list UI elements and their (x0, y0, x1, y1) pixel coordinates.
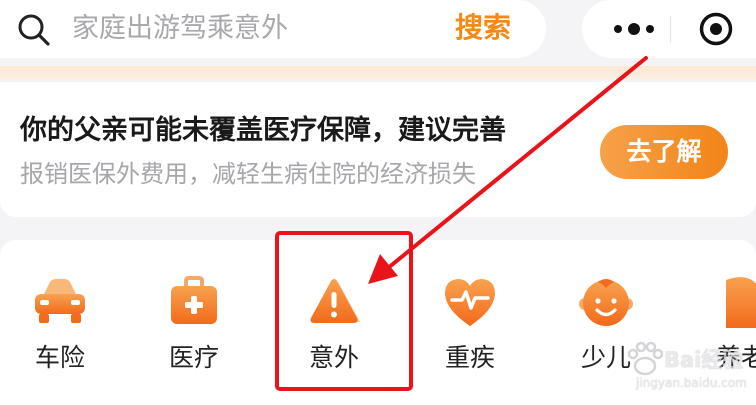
promo-subtitle: 报销医保外费用，减轻生病住院的经济损失 (20, 160, 476, 188)
category-children[interactable]: 少儿 (546, 262, 666, 392)
baby-face-icon (579, 279, 633, 326)
category-car-insurance[interactable]: 车险 (0, 262, 120, 392)
heart-pulse-icon (445, 279, 495, 326)
search-bar[interactable]: 家庭出游驾乘意外 搜索 (0, 0, 546, 58)
more-dots-icon[interactable] (610, 18, 658, 40)
elderly-icon (726, 277, 756, 328)
search-input[interactable]: 家庭出游驾乘意外 (72, 10, 288, 48)
promo-title: 你的父亲可能未覆盖医疗保障，建议完善 (20, 115, 506, 146)
accent-strip (0, 66, 756, 80)
category-critical-illness[interactable]: 重疾 (410, 262, 530, 392)
category-accident[interactable]: 意外 (274, 262, 394, 392)
search-button[interactable]: 搜索 (455, 8, 511, 48)
search-icon (18, 14, 50, 46)
category-label: 少儿 (580, 343, 631, 372)
target-circle-icon[interactable] (698, 11, 734, 47)
category-elderly[interactable]: 养老 (690, 262, 756, 392)
category-label: 养老 (716, 343, 756, 372)
category-label: 重疾 (444, 343, 495, 372)
capsule-divider (670, 16, 671, 42)
car-icon (35, 279, 85, 323)
category-label: 车险 (34, 343, 85, 372)
promo-card[interactable]: 你的父亲可能未覆盖医疗保障，建议完善 报销医保外费用，减轻生病住院的经济损失 去… (0, 82, 756, 217)
category-label: 意外 (308, 343, 359, 372)
medical-kit-icon (171, 276, 217, 324)
category-label: 医疗 (168, 343, 219, 372)
warning-icon (310, 279, 360, 323)
category-medical[interactable]: 医疗 (134, 262, 254, 392)
learn-more-button[interactable]: 去了解 (600, 125, 728, 179)
